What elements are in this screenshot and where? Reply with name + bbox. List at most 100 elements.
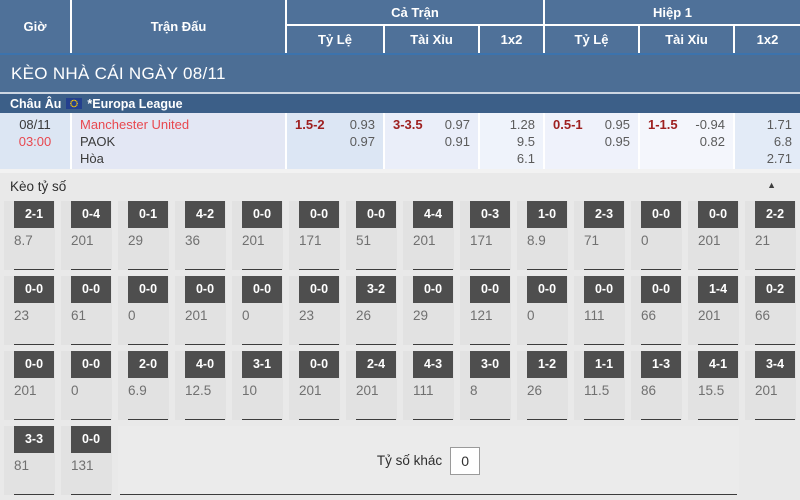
cell-underline — [299, 269, 339, 270]
score-cell[interactable]: 0-023 — [4, 276, 55, 345]
score-cell[interactable]: 2-371 — [574, 201, 625, 270]
score-cell[interactable]: 2-221 — [745, 201, 796, 270]
score-cell[interactable]: 3-381 — [4, 426, 55, 495]
league-row[interactable]: Châu Âu *Europa League — [0, 94, 800, 113]
other-score-input[interactable] — [450, 447, 480, 475]
correct-score-section: Kèo tỷ số ▲ 2-18.70-42010-1294-2360-0201… — [0, 173, 800, 495]
collapse-arrow-icon[interactable]: ▲ — [767, 180, 776, 190]
score-cell[interactable]: 0-00 — [631, 201, 682, 270]
odds-table-header: Giờ Trận Đấu Cả Trận Tỷ Lệ Tài Xỉu 1x2 H… — [0, 0, 800, 55]
score-cell[interactable]: 0-0111 — [574, 276, 625, 345]
score-label: 0-0 — [527, 276, 567, 303]
score-cell[interactable]: 4-4201 — [403, 201, 454, 270]
score-cell[interactable]: 0-051 — [346, 201, 397, 270]
score-cell[interactable]: 2-06.9 — [118, 351, 169, 420]
score-cell[interactable]: 1-226 — [517, 351, 568, 420]
home-team: Manchester United — [80, 116, 285, 133]
score-label: 3-2 — [356, 276, 396, 303]
score-odds: 23 — [14, 308, 55, 323]
cell-underline — [299, 344, 339, 345]
section-title: Kèo tỷ số — [0, 173, 800, 201]
score-cell[interactable]: 0-4201 — [61, 201, 112, 270]
ft-1x2-home: 1.28 — [480, 116, 543, 133]
score-cell[interactable]: 0-061 — [61, 276, 112, 345]
score-cell[interactable]: 0-00 — [232, 276, 283, 345]
score-cell[interactable]: 0-0171 — [289, 201, 340, 270]
score-label: 0-0 — [641, 276, 681, 303]
score-label: 4-2 — [185, 201, 225, 228]
h1-ou-odd-over: -0.94 — [695, 116, 725, 133]
score-cell[interactable]: 4-236 — [175, 201, 226, 270]
score-cell[interactable]: 0-0201 — [688, 201, 739, 270]
score-cell[interactable]: 0-066 — [631, 276, 682, 345]
section-header[interactable]: Kèo tỷ số ▲ — [0, 173, 800, 199]
draw-label: Hòa — [80, 150, 285, 167]
league-region: Châu Âu — [10, 97, 61, 111]
score-cell[interactable]: 0-0201 — [175, 276, 226, 345]
score-cell[interactable]: 0-0201 — [289, 351, 340, 420]
score-cell[interactable]: 3-08 — [460, 351, 511, 420]
score-cell[interactable]: 0-00 — [517, 276, 568, 345]
score-cell[interactable]: 0-00 — [61, 351, 112, 420]
ft-1x2-cell[interactable]: 1.28 9.5 6.1 — [480, 113, 545, 169]
h1-handicap-cell[interactable]: 0.5-10.95 0.95 — [545, 113, 640, 169]
eu-flag-icon — [66, 98, 82, 109]
h1-handicap-odd-away: 0.95 — [545, 133, 638, 150]
score-cell[interactable]: 0-029 — [403, 276, 454, 345]
h1-handicap-line: 0.5-1 — [553, 116, 583, 133]
other-score-cell: Tỷ số khác — [118, 426, 739, 495]
score-cell[interactable]: 0-0201 — [232, 201, 283, 270]
ft-handicap-cell[interactable]: 1.5-20.93 0.97 — [287, 113, 385, 169]
score-cell[interactable]: 0-3171 — [460, 201, 511, 270]
score-label: 0-3 — [470, 201, 510, 228]
cell-underline — [356, 269, 396, 270]
h1-over-under-cell[interactable]: 1-1.5-0.94 0.82 — [640, 113, 735, 169]
ft-1x2-away: 9.5 — [480, 133, 543, 150]
score-cell[interactable]: 1-386 — [631, 351, 682, 420]
score-cell[interactable]: 0-0131 — [61, 426, 112, 495]
score-cell[interactable]: 1-111.5 — [574, 351, 625, 420]
score-cell[interactable]: 1-4201 — [688, 276, 739, 345]
score-label: 0-2 — [755, 276, 795, 303]
cell-underline — [242, 344, 282, 345]
ft-1x2-draw: 6.1 — [480, 150, 543, 167]
score-cell[interactable]: 4-012.5 — [175, 351, 226, 420]
ft-handicap-line: 1.5-2 — [295, 116, 325, 133]
cell-underline — [413, 419, 453, 420]
score-label: 2-2 — [755, 201, 795, 228]
score-cell[interactable]: 3-110 — [232, 351, 283, 420]
score-odds: 26 — [356, 308, 397, 323]
score-cell[interactable]: 2-4201 — [346, 351, 397, 420]
score-odds: 0 — [527, 308, 568, 323]
score-odds: 171 — [470, 233, 511, 248]
score-cell[interactable]: 3-4201 — [745, 351, 796, 420]
score-label: 0-0 — [299, 351, 339, 378]
score-cell[interactable]: 3-226 — [346, 276, 397, 345]
score-odds: 66 — [755, 308, 796, 323]
score-cell[interactable]: 1-08.9 — [517, 201, 568, 270]
score-odds: 8.9 — [527, 233, 568, 248]
match-teams-cell[interactable]: Manchester United PAOK Hòa — [72, 113, 287, 169]
ft-ou-odd-over: 0.97 — [445, 116, 470, 133]
cell-underline — [185, 344, 225, 345]
score-cell[interactable]: 0-0121 — [460, 276, 511, 345]
header-h1-1x2: 1x2 — [735, 26, 800, 53]
score-row: 0-02010-002-06.94-012.53-1100-02012-4201… — [4, 351, 800, 420]
score-label: 0-0 — [242, 276, 282, 303]
cell-underline — [413, 269, 453, 270]
h1-1x2-cell[interactable]: 1.71 6.8 2.71 — [735, 113, 800, 169]
score-label: 2-4 — [356, 351, 396, 378]
score-cell[interactable]: 4-115.5 — [688, 351, 739, 420]
score-cell[interactable]: 2-18.7 — [4, 201, 55, 270]
score-cell[interactable]: 0-266 — [745, 276, 796, 345]
score-cell[interactable]: 0-00 — [118, 276, 169, 345]
ft-over-under-cell[interactable]: 3-3.50.97 0.91 — [385, 113, 480, 169]
score-cell[interactable]: 0-0201 — [4, 351, 55, 420]
score-label: 0-0 — [71, 276, 111, 303]
score-cell[interactable]: 0-023 — [289, 276, 340, 345]
betting-odds-page: Giờ Trận Đấu Cả Trận Tỷ Lệ Tài Xỉu 1x2 H… — [0, 0, 800, 500]
score-cell[interactable]: 4-3111 — [403, 351, 454, 420]
score-cell[interactable]: 0-129 — [118, 201, 169, 270]
h1-1x2-away: 6.8 — [735, 133, 800, 150]
header-group-full-time: Cả Trận Tỷ Lệ Tài Xỉu 1x2 — [287, 0, 545, 53]
